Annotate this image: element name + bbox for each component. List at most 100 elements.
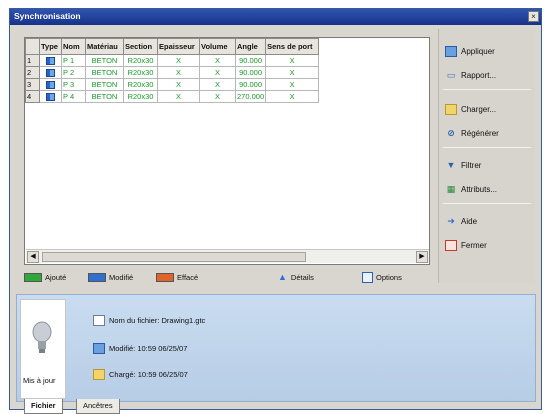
nom-cell: P 4 <box>61 90 86 103</box>
separator <box>443 203 531 204</box>
action-panel: Appliquer ▭ Rapport... Charger... ⊘ Régé… <box>438 29 535 283</box>
regenerate-button[interactable]: ⊘ Régénérer <box>445 125 499 141</box>
apply-button[interactable]: Appliquer <box>445 43 495 59</box>
section-cell: R20x30 <box>123 90 158 103</box>
row-number: 2 <box>25 66 40 79</box>
sens-cell: X <box>265 54 320 67</box>
close-button[interactable]: Fermer <box>445 237 487 253</box>
lightbulb-icon <box>32 321 52 353</box>
regenerate-icon: ⊘ <box>447 127 455 138</box>
epaisseur-cell: X <box>157 90 200 103</box>
scroll-left-icon[interactable]: ◀ <box>27 251 39 263</box>
angle-cell: 90.000 <box>234 54 267 67</box>
col-header-epaisseur[interactable]: Epaisseur <box>157 38 200 55</box>
attributes-icon: ▦ <box>446 183 456 194</box>
table-row[interactable]: 4 P 4 BETON R20x30 X X 270.000 X <box>25 90 320 103</box>
apply-label: Appliquer <box>461 46 495 56</box>
scrollbar-thumb[interactable] <box>42 252 306 262</box>
legend-deleted: Effacé <box>156 271 198 283</box>
horizontal-scrollbar[interactable]: ◀ ▶ <box>26 249 429 263</box>
type-cell <box>39 78 62 91</box>
angle-cell: 270.000 <box>234 90 267 103</box>
modified-icon <box>93 342 105 354</box>
column-element-icon <box>46 93 55 101</box>
volume-cell: X <box>199 90 236 103</box>
loaded-line: Chargé: 10:59 06/25/07 <box>93 367 188 381</box>
legend-modified: Modifié <box>88 271 133 283</box>
load-button[interactable]: Charger... <box>445 101 496 117</box>
apply-icon <box>445 45 457 57</box>
modified-text: Modifié: 10:59 06/25/07 <box>109 343 188 353</box>
col-header-nom[interactable]: Nom <box>61 38 86 55</box>
close-dialog-icon <box>445 239 457 251</box>
row-number: 3 <box>25 78 40 91</box>
epaisseur-cell: X <box>157 66 200 79</box>
table-row[interactable]: 2 P 2 BETON R20x30 X X 90.000 X <box>25 66 320 79</box>
modified-swatch <box>88 272 106 282</box>
report-label: Rapport... <box>461 70 497 80</box>
materiau-cell: BETON <box>85 66 124 79</box>
synchronisation-window: Synchronisation × Type Nom Matériau Sect… <box>9 8 542 414</box>
document-icon <box>93 314 105 326</box>
details-arrow-icon: ▲ <box>278 272 287 282</box>
row-number: 1 <box>25 54 40 67</box>
filter-label: Filtrer <box>461 160 482 170</box>
close-icon[interactable]: × <box>528 11 539 22</box>
section-cell: R20x30 <box>123 54 158 67</box>
section-cell: R20x30 <box>123 66 158 79</box>
materiau-cell: BETON <box>85 90 124 103</box>
report-button[interactable]: ▭ Rapport... <box>445 67 496 83</box>
filter-button[interactable]: ▼ Filtrer <box>445 157 482 173</box>
angle-cell: 90.000 <box>234 78 267 91</box>
deleted-swatch <box>156 272 174 282</box>
attributes-button[interactable]: ▦ Attributs... <box>445 181 497 197</box>
col-header-volume[interactable]: Volume <box>199 38 236 55</box>
angle-cell: 90.000 <box>234 66 267 79</box>
column-element-icon <box>46 57 55 65</box>
col-header-angle[interactable]: Angle <box>234 38 267 55</box>
help-label: Aide <box>461 216 478 226</box>
table-row[interactable]: 1 P 1 BETON R20x30 X X 90.000 X <box>25 54 320 67</box>
tab-fichier[interactable]: Fichier <box>24 399 63 414</box>
details-button[interactable]: ▲ Détails <box>278 271 314 283</box>
sens-cell: X <box>265 78 320 91</box>
loaded-text: Chargé: 10:59 06/25/07 <box>109 369 188 379</box>
col-header-section[interactable]: Section <box>123 38 158 55</box>
help-button[interactable]: ➜ Aide <box>445 213 477 229</box>
nom-cell: P 2 <box>61 66 86 79</box>
legend-added-label: Ajouté <box>45 272 67 282</box>
window-title: Synchronisation <box>14 11 81 21</box>
filter-icon: ▼ <box>446 159 456 170</box>
volume-cell: X <box>199 66 236 79</box>
options-icon <box>362 271 373 283</box>
row-number: 4 <box>25 90 40 103</box>
status-tile: Mis à jour <box>20 299 66 399</box>
col-header-materiau[interactable]: Matériau <box>85 38 124 55</box>
column-element-icon <box>46 81 55 89</box>
separator <box>443 147 531 148</box>
header-row: Type Nom Matériau Section Epaisseur Volu… <box>25 38 320 55</box>
legend-deleted-label: Effacé <box>177 272 199 282</box>
tab-ancetres[interactable]: Ancêtres <box>76 399 120 414</box>
title-bar: Synchronisation × <box>10 9 541 25</box>
col-header-index[interactable] <box>25 38 40 55</box>
scroll-right-icon[interactable]: ▶ <box>416 251 428 263</box>
close-label: Fermer <box>461 240 487 250</box>
filename-line: Nom du fichier: Drawing1.gtc <box>93 313 205 327</box>
volume-cell: X <box>199 78 236 91</box>
nom-cell: P 1 <box>61 54 86 67</box>
table-row[interactable]: 3 P 3 BETON R20x30 X X 90.000 X <box>25 78 320 91</box>
attributes-label: Attributs... <box>461 184 498 194</box>
update-status: Mis à jour <box>23 376 56 385</box>
col-header-sens[interactable]: Sens de port <box>265 38 320 55</box>
legend-modified-label: Modifié <box>109 272 134 282</box>
sync-grid[interactable]: Type Nom Matériau Section Epaisseur Volu… <box>24 37 430 265</box>
options-button[interactable]: Options <box>362 271 402 283</box>
epaisseur-cell: X <box>157 78 200 91</box>
modified-line: Modifié: 10:59 06/25/07 <box>93 341 187 355</box>
sens-cell: X <box>265 66 320 79</box>
type-cell <box>39 66 62 79</box>
col-header-type[interactable]: Type <box>39 38 62 55</box>
section-cell: R20x30 <box>123 78 158 91</box>
filename-text: Nom du fichier: Drawing1.gtc <box>109 315 206 325</box>
